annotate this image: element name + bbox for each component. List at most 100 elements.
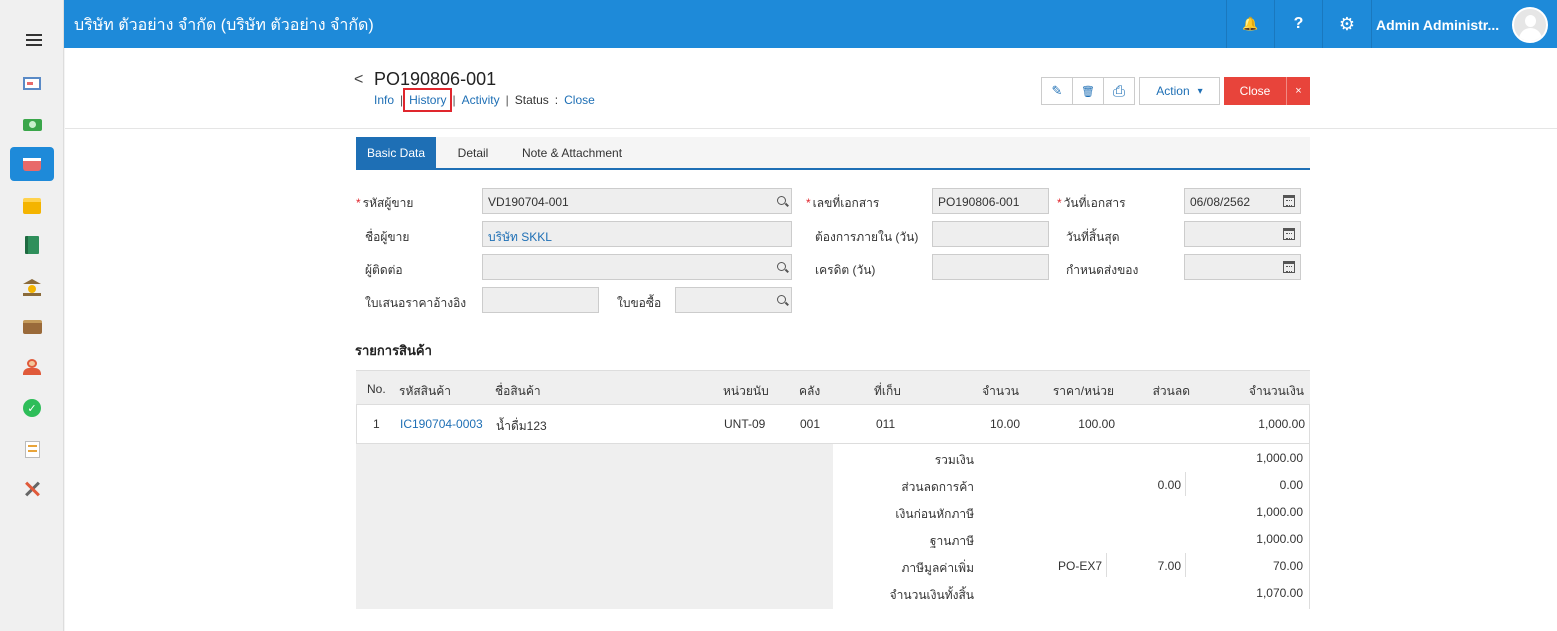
col-name: ชื่อสินค้า xyxy=(495,384,541,398)
purchase-request-label: ใบขอซื้อ xyxy=(617,296,662,310)
sidebar-item-finance[interactable] xyxy=(10,108,54,142)
hamburger-menu-icon[interactable] xyxy=(26,34,42,47)
col-code: รหัสสินค้า xyxy=(399,384,451,398)
vendor-name-label: ชื่อผู้ขาย xyxy=(365,230,410,244)
bell-icon: 🔔 xyxy=(1242,16,1259,31)
sidebar-item-inventory[interactable] xyxy=(10,189,54,223)
search-icon[interactable] xyxy=(777,262,786,271)
purchase-request-input[interactable] xyxy=(675,287,792,313)
delivery-date-input[interactable] xyxy=(1184,254,1301,280)
col-unit: หน่วยนับ xyxy=(723,384,769,398)
status-colon: : xyxy=(554,93,559,107)
items-section-title: รายการสินค้า xyxy=(355,343,432,358)
total-value: 1,000.00 xyxy=(1256,451,1303,465)
activity-link[interactable]: Activity xyxy=(462,93,500,107)
table-header: No. รหัสสินค้า ชื่อสินค้า หน่วยนับ คลัง … xyxy=(356,370,1310,405)
trade-discount-label: ส่วนลดการค้า xyxy=(901,480,974,494)
vat-code: PO-EX7 xyxy=(1057,559,1102,573)
document-title: PO190806-001 xyxy=(374,69,497,89)
box-icon xyxy=(23,198,41,214)
monitor-icon xyxy=(23,76,41,90)
close-label: Close xyxy=(1239,84,1271,98)
doc-date-label: * วันที่เอกสาร xyxy=(1057,196,1126,210)
calendar-icon[interactable] xyxy=(1283,261,1295,273)
wallet-icon xyxy=(22,320,42,334)
vendor-code-input[interactable]: VD190704-001 xyxy=(482,188,792,214)
user-menu[interactable]: ⚙ Admin Administr... xyxy=(1322,0,1557,48)
print-button[interactable]: ⎙ xyxy=(1103,77,1135,105)
calendar-icon[interactable] xyxy=(1283,228,1295,240)
tax-base-value: 1,000.00 xyxy=(1256,532,1303,546)
sidebar-item-purchase[interactable] xyxy=(10,147,54,181)
avatar[interactable] xyxy=(1512,7,1548,43)
row-no: 1 xyxy=(373,417,380,431)
contact-label: ผู้ติดต่อ xyxy=(365,263,403,277)
vendor-name-input[interactable]: บริษัท SKKL xyxy=(482,221,792,247)
table-row[interactable]: 1 IC190704-0003 น้ำดื่ม123 UNT-09 001 01… xyxy=(356,405,1310,444)
search-icon[interactable] xyxy=(777,196,786,205)
trade-discount-rate: 0.00 xyxy=(1157,478,1181,492)
status-label: Status xyxy=(514,93,549,107)
trash-icon: 🗑 xyxy=(1081,85,1095,98)
tools-icon xyxy=(23,480,41,498)
company-title: บริษัท ตัวอย่าง จำกัด (บริษัท ตัวอย่าง จ… xyxy=(74,17,374,34)
within-days-input[interactable] xyxy=(932,221,1049,247)
action-label: Action xyxy=(1156,84,1190,98)
sidebar-item-dashboard[interactable] xyxy=(10,66,54,100)
history-link[interactable]: History xyxy=(409,93,446,107)
sidebar-item-approve[interactable]: ✓ xyxy=(10,391,54,425)
settings-button[interactable]: ⚙ xyxy=(1323,0,1371,48)
row-code-link[interactable]: IC190704-0003 xyxy=(400,417,483,431)
vat-value: 70.00 xyxy=(1272,559,1303,573)
notification-button[interactable]: 🔔 xyxy=(1226,0,1274,48)
doc-date-input[interactable]: 06/08/2562 xyxy=(1184,188,1301,214)
money-icon xyxy=(22,119,42,131)
end-date-input[interactable] xyxy=(1184,221,1301,247)
vendor-code-label: * รหัสผู้ขาย xyxy=(356,196,414,210)
contact-input[interactable] xyxy=(482,254,792,280)
before-tax-value: 1,000.00 xyxy=(1256,505,1303,519)
calendar-icon[interactable] xyxy=(1283,195,1295,207)
row-unit: UNT-09 xyxy=(724,417,766,431)
back-chevron-icon[interactable]: < xyxy=(354,71,363,89)
edit-button[interactable]: ✎ xyxy=(1041,77,1073,105)
delete-button[interactable]: 🗑 xyxy=(1072,77,1104,105)
sidebar: ✓ xyxy=(0,0,64,631)
credit-days-input[interactable] xyxy=(932,254,1049,280)
gear-icon: ⚙ xyxy=(1338,13,1356,34)
sidebar-item-settings[interactable] xyxy=(10,472,54,506)
trade-discount-value: 0.00 xyxy=(1279,478,1303,492)
col-amount: จำนวนเงิน xyxy=(1248,384,1304,398)
action-dropdown[interactable]: Action ▾ xyxy=(1139,77,1220,105)
tab-note-attachment[interactable]: Note & Attachment xyxy=(510,137,634,168)
history-highlight-box: History xyxy=(403,88,453,112)
sidebar-item-hr[interactable] xyxy=(10,350,54,384)
tab-detail[interactable]: Detail xyxy=(436,137,510,168)
quote-ref-label: ใบเสนอราคาอ้างอิง xyxy=(365,296,467,310)
tab-basic-data[interactable]: Basic Data xyxy=(356,137,436,168)
document-links: Info | History | Activity | Status: Close xyxy=(374,88,595,112)
credit-days-label: เครดิต (วัน) xyxy=(815,263,876,277)
search-icon[interactable] xyxy=(777,295,786,304)
delivery-date-label: กำหนดส่งของ xyxy=(1066,263,1139,277)
info-link[interactable]: Info xyxy=(374,93,394,107)
sidebar-item-report[interactable] xyxy=(10,432,54,466)
pencil-icon: ✎ xyxy=(1051,83,1063,98)
status-value: Close xyxy=(564,93,595,107)
sidebar-item-wallet[interactable] xyxy=(10,310,54,344)
vat-rate: 7.00 xyxy=(1157,559,1181,573)
vat-label: ภาษีมูลค่าเพิ่ม xyxy=(901,561,974,575)
sidebar-item-accounting[interactable] xyxy=(10,228,54,262)
row-warehouse: 001 xyxy=(800,417,821,431)
close-x-icon[interactable]: × xyxy=(1286,77,1310,105)
col-discount: ส่วนลด xyxy=(1152,384,1190,398)
quote-ref-input[interactable] xyxy=(482,287,599,313)
help-button[interactable]: ? xyxy=(1274,0,1322,48)
end-date-label: วันที่สิ้นสุด xyxy=(1066,230,1120,244)
user-group-icon xyxy=(23,359,41,375)
col-price: ราคา/หน่วย xyxy=(1052,384,1114,398)
sidebar-item-bank[interactable] xyxy=(10,270,54,304)
doc-no-input[interactable]: PO190806-001 xyxy=(932,188,1049,214)
close-button[interactable]: Close × xyxy=(1224,77,1310,105)
grand-total-value: 1,070.00 xyxy=(1256,586,1303,600)
